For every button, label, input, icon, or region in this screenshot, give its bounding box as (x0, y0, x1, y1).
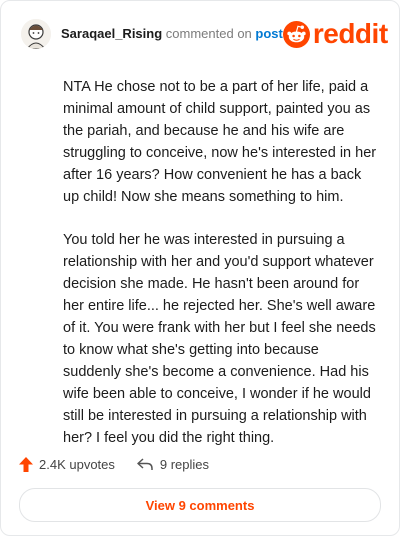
comment-paragraph-1: NTA He chose not to be a part of her lif… (63, 79, 377, 205)
comment-card: Saraqael_Rising commented on post reddit… (0, 0, 400, 536)
avatar[interactable] (21, 19, 51, 49)
reply-arrow-icon (137, 457, 153, 470)
username-link[interactable]: Saraqael_Rising (61, 26, 162, 41)
reddit-logo: reddit (282, 18, 388, 49)
upvote-count: 2.4K upvotes (39, 456, 115, 472)
view-comments-button[interactable]: View 9 comments (19, 488, 381, 522)
reddit-wordmark: reddit (312, 18, 388, 49)
reddit-snoo-icon (282, 20, 310, 48)
comment-body: NTA He chose not to be a part of her lif… (63, 76, 379, 470)
replies-count: 9 replies (159, 456, 210, 472)
comment-paragraph-2: You told her he was interested in pursui… (63, 232, 376, 446)
post-link[interactable]: post (255, 26, 282, 41)
upvote-button[interactable]: 2.4K upvotes (19, 456, 115, 472)
upvote-arrow-icon (19, 456, 33, 472)
replies-button[interactable]: 9 replies (137, 457, 209, 472)
comment-meta: Saraqael_Rising commented on post (61, 26, 283, 42)
comment-footer: 2.4K upvotes 9 replies (19, 453, 209, 475)
commented-on-label: commented on (165, 26, 252, 41)
comment-header: Saraqael_Rising commented on post reddit (21, 17, 388, 51)
avatar-icon (21, 19, 51, 49)
